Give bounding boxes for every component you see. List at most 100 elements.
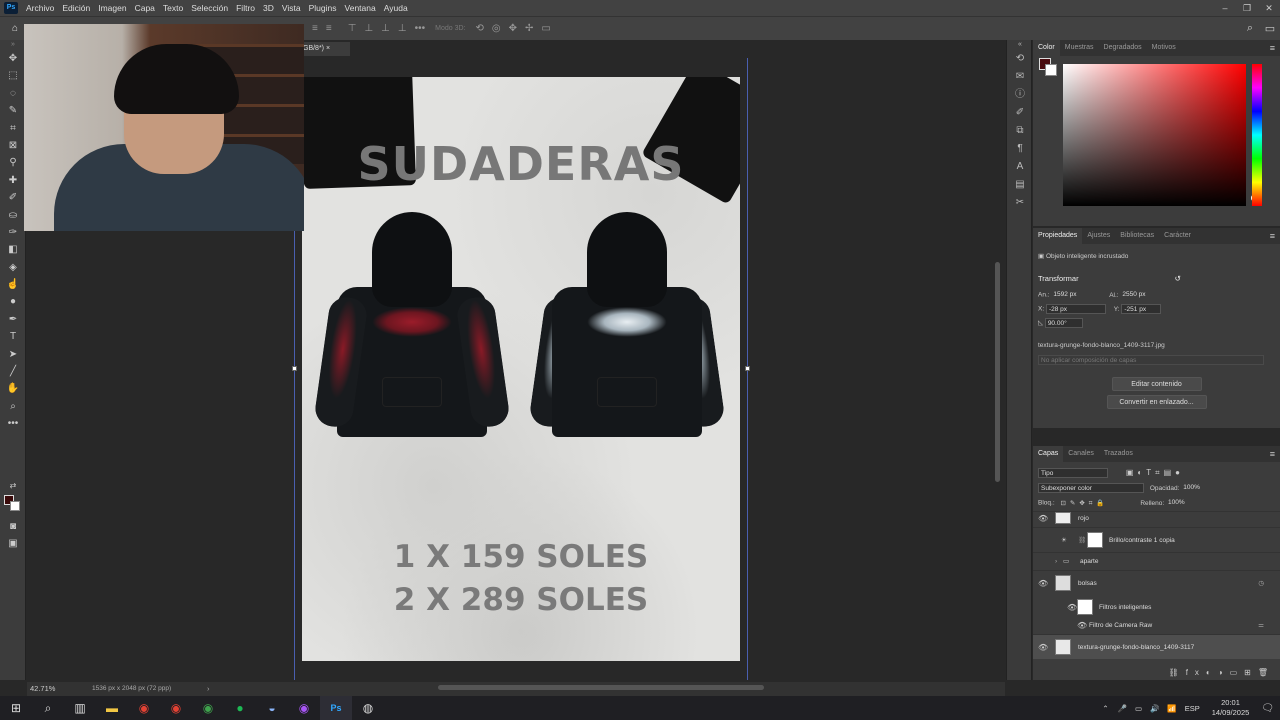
camera-3d-icon[interactable]: ▭ bbox=[541, 23, 550, 34]
lasso-tool-icon[interactable]: ◌ bbox=[0, 85, 26, 102]
notifications-icon[interactable]: 🗨 bbox=[1261, 703, 1274, 714]
layer-rojo[interactable]: 👁 rojo bbox=[1033, 511, 1280, 527]
layer-bolsas[interactable]: 👁 bolsas ◷ bbox=[1033, 570, 1280, 595]
menu-archivo[interactable]: Archivo bbox=[22, 3, 58, 13]
visibility-eye-icon[interactable]: 👁 bbox=[1038, 571, 1048, 596]
menu-plugins[interactable]: Plugins bbox=[305, 3, 341, 13]
photoshop-taskbar-icon[interactable]: Ps bbox=[320, 696, 352, 720]
group-expand-icon[interactable]: › bbox=[1055, 553, 1057, 571]
vertical-scrollbar[interactable] bbox=[995, 262, 1000, 482]
horizontal-scrollbar[interactable] bbox=[438, 685, 764, 690]
toolbar-collapse-icon[interactable]: » bbox=[0, 40, 26, 50]
microphone-icon[interactable]: 🎤 bbox=[1118, 704, 1127, 713]
close-icon[interactable]: ✕ bbox=[1258, 0, 1280, 16]
x-field[interactable]: -28 px bbox=[1045, 304, 1106, 314]
quick-mask-icon[interactable]: ◙ bbox=[0, 518, 26, 535]
move-tool-icon[interactable]: ✥ bbox=[0, 50, 26, 67]
menu-seleccion[interactable]: Selección bbox=[187, 3, 232, 13]
tab-color[interactable]: Color bbox=[1033, 40, 1060, 56]
volume-icon[interactable]: 🔊 bbox=[1150, 704, 1159, 713]
hand-tool-icon[interactable]: ✋ bbox=[0, 380, 26, 397]
blend-mode-select[interactable]: Subexponer color bbox=[1038, 483, 1144, 494]
obs-icon[interactable]: ◍ bbox=[352, 696, 384, 720]
document-canvas[interactable]: SUDADERAS 1 X 159 SOLES 2 X 289 SOLES bbox=[302, 77, 740, 661]
visibility-eye-icon[interactable]: 👁 bbox=[1038, 635, 1048, 660]
orbit-3d-icon[interactable]: ⟲ bbox=[475, 23, 483, 34]
tab-caracter[interactable]: Carácter bbox=[1159, 228, 1196, 244]
eraser-tool-icon[interactable]: ◧ bbox=[0, 241, 26, 258]
brush-tool-icon[interactable]: ✐ bbox=[0, 189, 26, 206]
align-top-icon[interactable]: ⊤ bbox=[348, 23, 357, 34]
distribute-icon[interactable]: ⊥ bbox=[398, 23, 407, 34]
eyedropper-tool-icon[interactable]: ⚲ bbox=[0, 154, 26, 171]
tab-propiedades[interactable]: Propiedades bbox=[1033, 228, 1083, 244]
menu-capa[interactable]: Capa bbox=[131, 3, 159, 13]
visibility-eye-icon[interactable]: 👁 bbox=[1077, 620, 1087, 632]
tab-muestras[interactable]: Muestras bbox=[1060, 40, 1099, 56]
layer-smart-filters[interactable]: 👁 Filtros inteligentes bbox=[1033, 595, 1280, 620]
panel-menu-icon[interactable]: ≡ bbox=[1265, 40, 1280, 56]
workspace-icon[interactable]: ▭ bbox=[1260, 22, 1280, 35]
more-options-icon[interactable]: ••• bbox=[415, 23, 426, 34]
dock-collapse-icon[interactable]: « bbox=[1007, 40, 1033, 50]
filter-options-icon[interactable]: ⚌ bbox=[1258, 620, 1264, 632]
layers-footer-icons[interactable]: ⛓fx◐◑▭⊞🗑 bbox=[1033, 666, 1280, 680]
color-background-swatch[interactable] bbox=[1045, 64, 1057, 76]
hue-slider[interactable] bbox=[1252, 64, 1262, 206]
tab-trazados[interactable]: Trazados bbox=[1099, 446, 1138, 462]
zoom-tool-icon[interactable]: ⌕ bbox=[0, 398, 26, 415]
minimize-icon[interactable]: – bbox=[1214, 0, 1236, 16]
windows-start-icon[interactable]: ⊞ bbox=[0, 696, 32, 720]
height-field[interactable]: 2550 px bbox=[1120, 290, 1170, 300]
panel-menu-icon[interactable]: ≡ bbox=[1265, 446, 1280, 462]
align-center-icon[interactable]: ≡ bbox=[326, 23, 332, 34]
styles-panel-icon[interactable]: ▤ bbox=[1007, 176, 1033, 194]
network-icon[interactable]: 📶 bbox=[1167, 704, 1176, 713]
chrome-icon[interactable]: ◉ bbox=[128, 696, 160, 720]
align-left-icon[interactable]: ≡ bbox=[312, 23, 318, 34]
tab-motivos[interactable]: Motivos bbox=[1147, 40, 1181, 56]
info-panel-icon[interactable]: ⓘ bbox=[1007, 86, 1033, 104]
spotify-icon[interactable]: ● bbox=[224, 696, 256, 720]
keyboard-language[interactable]: ESP bbox=[1185, 704, 1200, 713]
layer-comp-select[interactable]: No aplicar composición de capas bbox=[1038, 355, 1264, 365]
smudge-tool-icon[interactable]: ☝ bbox=[0, 276, 26, 293]
document-tab-close[interactable]: × bbox=[326, 45, 330, 52]
menu-texto[interactable]: Texto bbox=[159, 3, 187, 13]
paint-bucket-tool-icon[interactable]: ◈ bbox=[0, 259, 26, 276]
menu-vista[interactable]: Vista bbox=[278, 3, 305, 13]
convert-linked-button[interactable]: Convertir en enlazado... bbox=[1106, 395, 1207, 409]
paragraph-panel-icon[interactable]: ¶ bbox=[1007, 140, 1033, 158]
visibility-eye-icon[interactable]: 👁 bbox=[1038, 512, 1048, 526]
quick-select-tool-icon[interactable]: ✎ bbox=[0, 102, 26, 119]
angle-field[interactable]: 90.00° bbox=[1044, 318, 1083, 328]
visibility-eye-icon[interactable]: 👁 bbox=[1067, 595, 1077, 620]
stamp-tool-icon[interactable]: ⛀ bbox=[0, 207, 26, 224]
frame-tool-icon[interactable]: ⊠ bbox=[0, 137, 26, 154]
tray-expand-icon[interactable]: ⌃ bbox=[1102, 704, 1108, 713]
align-bottom-icon[interactable]: ⊥ bbox=[381, 23, 390, 34]
brush-settings-icon[interactable]: ✐ bbox=[1007, 104, 1033, 122]
comments-panel-icon[interactable]: ✉ bbox=[1007, 68, 1033, 86]
tab-degradados[interactable]: Degradados bbox=[1099, 40, 1147, 56]
layer-brillo-contraste[interactable]: ☀ ⛓ Brillo/contraste 1 copia bbox=[1033, 527, 1280, 552]
healing-brush-tool-icon[interactable]: ✚ bbox=[0, 172, 26, 189]
layer-textura-grunge[interactable]: 👁 textura-grunge-fondo-blanco_1409-3117 bbox=[1033, 634, 1280, 660]
type-tool-icon[interactable]: T bbox=[0, 328, 26, 345]
clock[interactable]: 20:01 14/09/2025 bbox=[1212, 698, 1250, 718]
edit-contents-button[interactable]: Editar contenido bbox=[1111, 377, 1202, 391]
width-field[interactable]: 1592 px bbox=[1051, 290, 1101, 300]
opacity-field[interactable]: 100% bbox=[1181, 483, 1202, 493]
chrome-icon[interactable]: ◉ bbox=[288, 696, 320, 720]
menu-filtro[interactable]: Filtro bbox=[232, 3, 259, 13]
tab-capas[interactable]: Capas bbox=[1033, 446, 1064, 462]
menu-edicion[interactable]: Edición bbox=[58, 3, 94, 13]
fill-field[interactable]: 100% bbox=[1166, 498, 1187, 508]
panel-menu-icon[interactable]: ≡ bbox=[1265, 228, 1280, 244]
task-view-icon[interactable]: ▥ bbox=[64, 696, 96, 720]
layer-filter-select[interactable]: Tipo bbox=[1038, 468, 1108, 479]
photoshop-app-icon[interactable]: Ps bbox=[4, 2, 18, 14]
search-icon[interactable]: ⌕ bbox=[32, 696, 64, 720]
battery-icon[interactable]: ▭ bbox=[1135, 704, 1142, 713]
zoom-level[interactable]: 42.71% bbox=[30, 682, 55, 696]
